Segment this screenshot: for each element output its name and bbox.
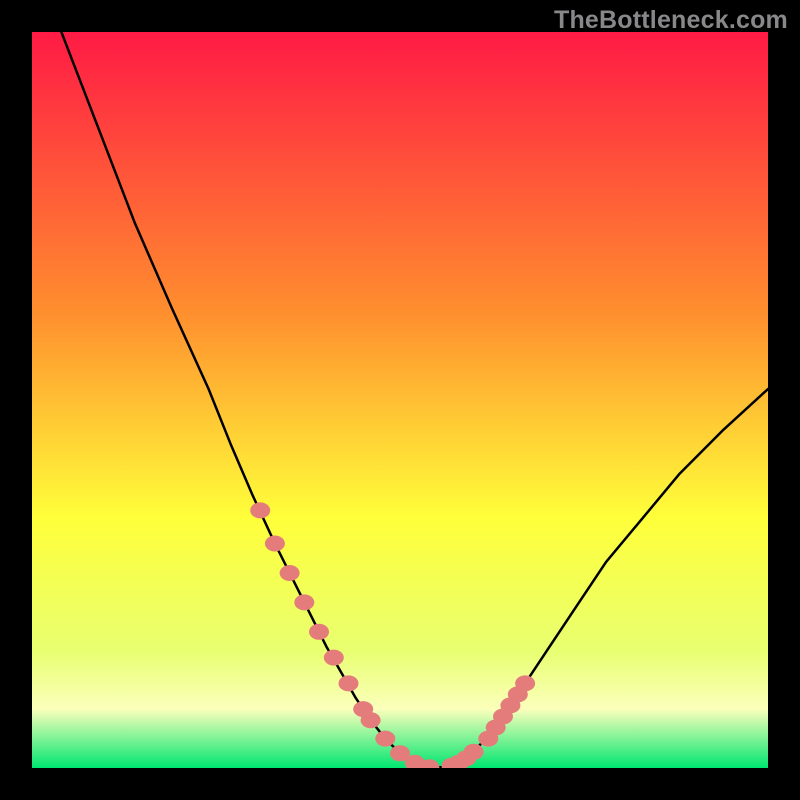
data-marker <box>294 594 314 610</box>
data-marker <box>375 731 395 747</box>
bottleneck-curve-chart <box>32 32 768 768</box>
data-marker <box>339 675 359 691</box>
data-marker <box>515 675 535 691</box>
data-marker <box>250 502 270 518</box>
data-marker <box>280 565 300 581</box>
data-marker <box>361 712 381 728</box>
gradient-background <box>32 32 768 768</box>
watermark-text: TheBottleneck.com <box>554 6 788 35</box>
data-marker <box>309 624 329 640</box>
data-marker <box>324 650 344 666</box>
data-marker <box>464 744 484 760</box>
data-marker <box>265 536 285 552</box>
chart-plot-area <box>32 32 768 768</box>
